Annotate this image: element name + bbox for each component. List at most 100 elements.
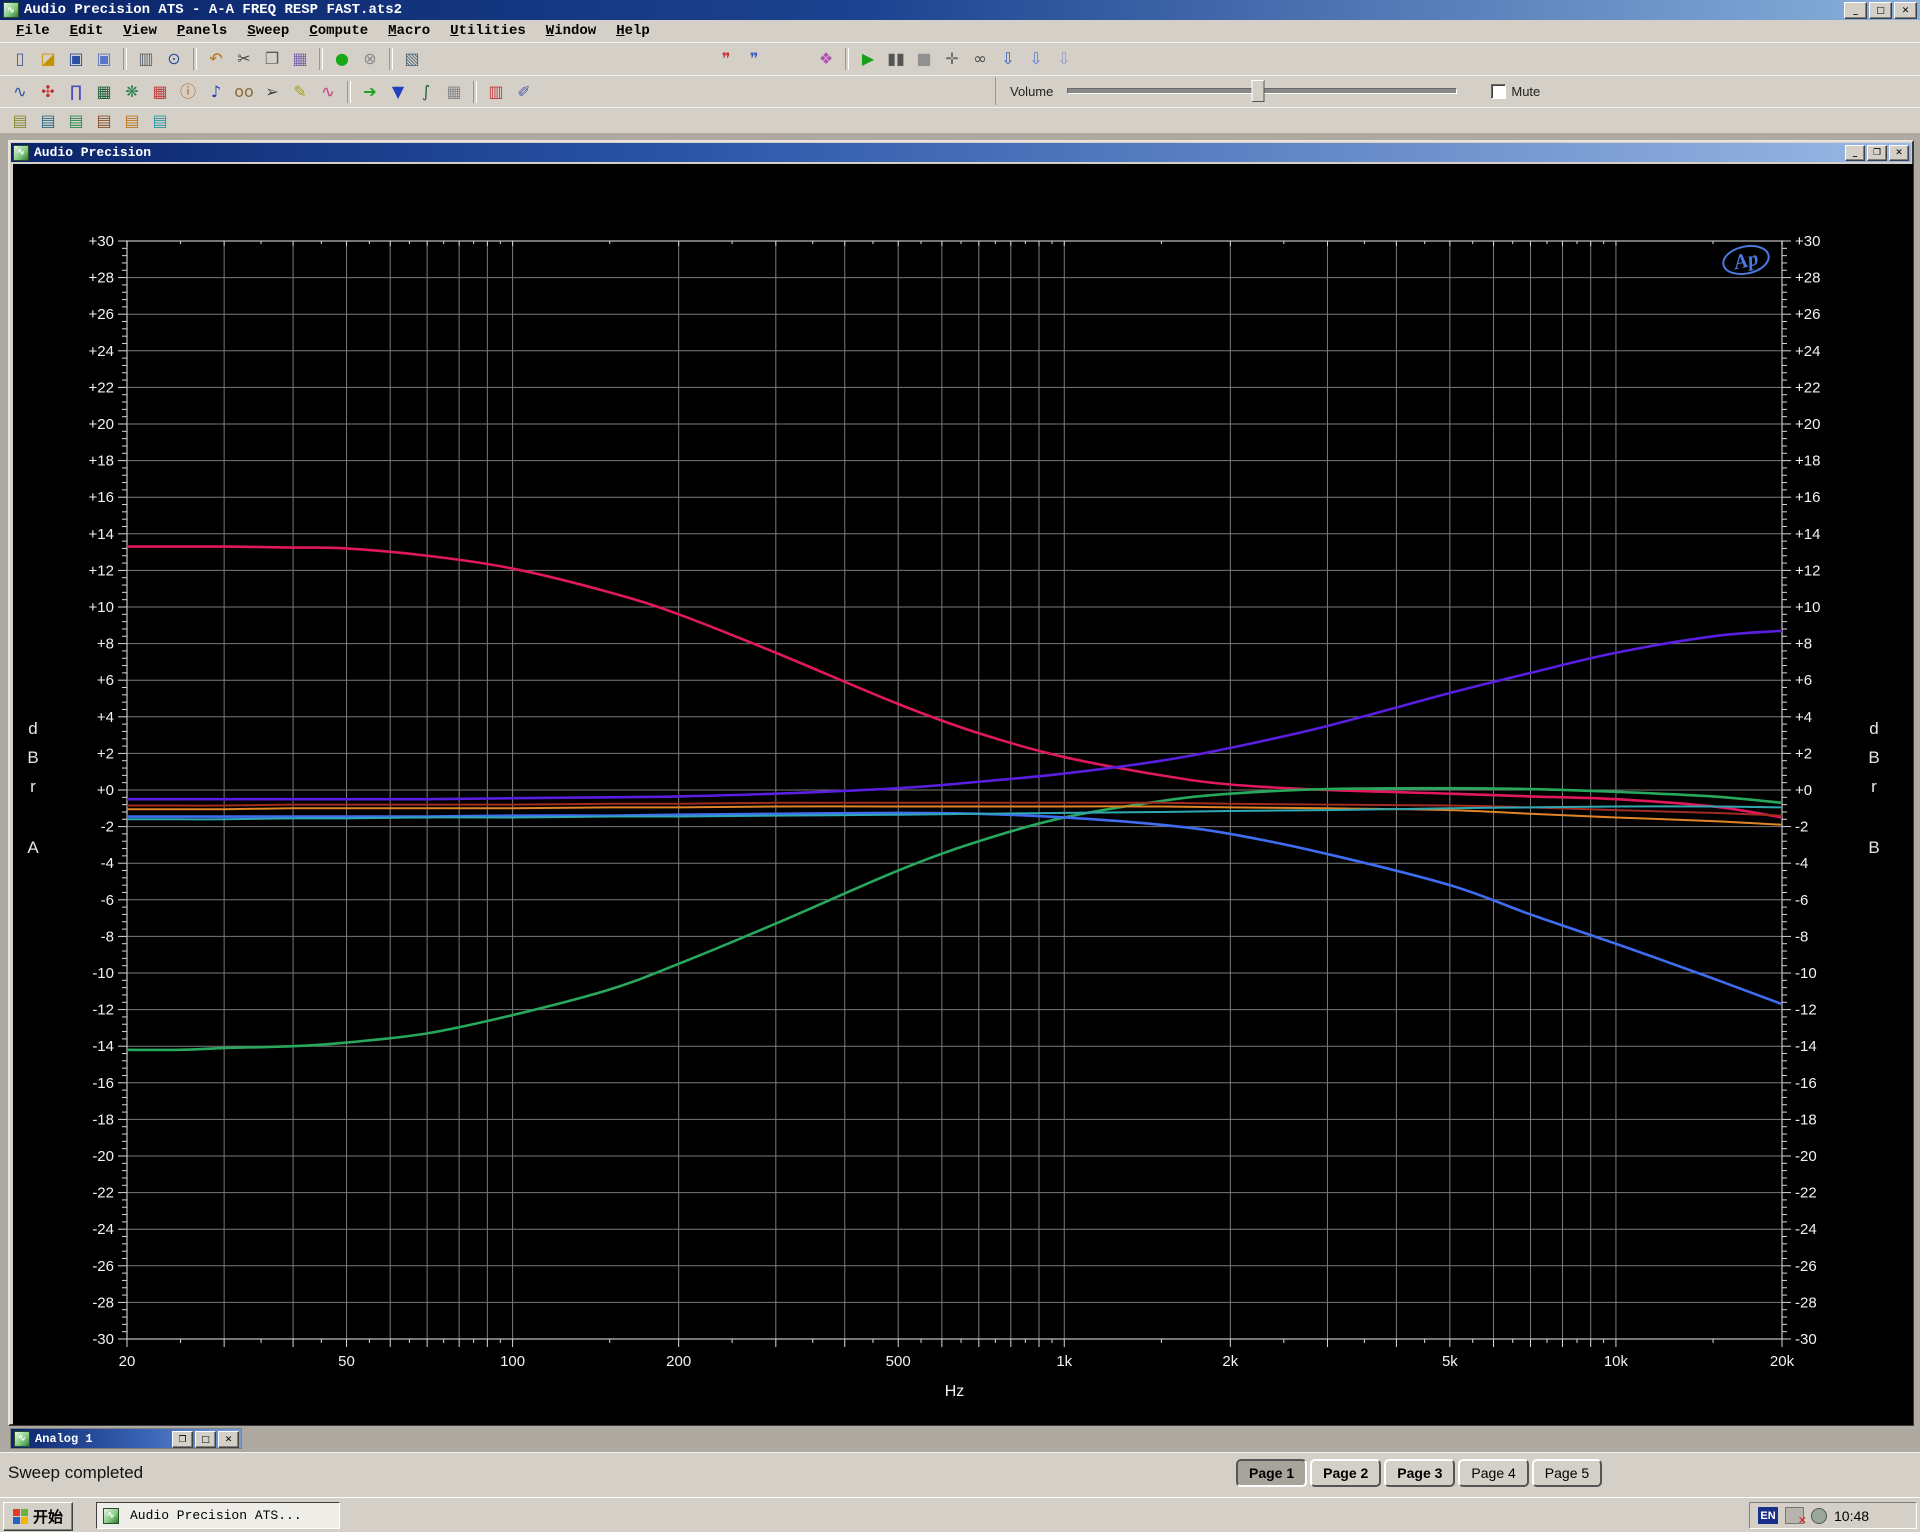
save-workspace-icon[interactable]: ▣: [90, 45, 118, 73]
datatable-icon-4[interactable]: ▤: [90, 107, 118, 135]
stop-square-icon[interactable]: ■: [910, 45, 938, 73]
datatable-icon-3-glyph: ▤: [68, 113, 83, 129]
graph-minimize-button[interactable]: _: [1845, 145, 1865, 161]
x-axis-labels: 20501002005001k2k5k10k20k: [119, 1353, 1795, 1370]
comment-red-icon-glyph: ❞: [722, 51, 731, 67]
cut-icon[interactable]: ✂: [230, 45, 258, 73]
dsp-panel-icon[interactable]: ❋: [118, 78, 146, 106]
pause-icon[interactable]: ▮▮: [882, 45, 910, 73]
tray-utility-icon[interactable]: [1811, 1508, 1827, 1524]
graph-close-button[interactable]: ✕: [1889, 145, 1909, 161]
undo-icon[interactable]: ↶: [202, 45, 230, 73]
pan-hand-icon[interactable]: ✛: [938, 45, 966, 73]
go-icon[interactable]: ●: [328, 45, 356, 73]
mute-checkbox[interactable]: [1491, 84, 1506, 99]
maximize-button[interactable]: □: [1869, 2, 1892, 19]
comment-red-icon[interactable]: ❞: [712, 45, 740, 73]
graph-panel-icon[interactable]: ∫: [412, 78, 440, 106]
nav-out-icon[interactable]: ⇩: [1050, 45, 1078, 73]
display-settings-icon[interactable]: ❖: [812, 45, 840, 73]
close-button[interactable]: ✕: [1894, 2, 1917, 19]
taskbar-clock[interactable]: 10:48: [1834, 1508, 1869, 1524]
open-file-icon[interactable]: ◪: [34, 45, 62, 73]
monitor-panel-icon[interactable]: ▦: [90, 78, 118, 106]
data-table-icon[interactable]: ▦: [440, 78, 468, 106]
svg-text:B: B: [1868, 748, 1879, 767]
menu-edit[interactable]: Edit: [60, 21, 114, 41]
page-tab-page-4[interactable]: Page 4: [1458, 1459, 1528, 1487]
print-preview-icon[interactable]: ⊙: [160, 45, 188, 73]
analog-maximize-button[interactable]: □: [195, 1431, 216, 1448]
svg-text:10k: 10k: [1604, 1353, 1629, 1370]
print-icon[interactable]: ▥: [132, 45, 160, 73]
stop-icon[interactable]: ⊗: [356, 45, 384, 73]
analog-restore-button[interactable]: ❐: [172, 1431, 193, 1448]
nav-into-icon[interactable]: ⇩: [1022, 45, 1050, 73]
go-icon-glyph: ●: [335, 51, 349, 67]
zoom-binoculars-icon[interactable]: ∞: [966, 45, 994, 73]
bargraph-panel-icon[interactable]: ▥: [482, 78, 510, 106]
menu-window[interactable]: Window: [536, 21, 606, 41]
monitor-panel-icon-glyph: ▦: [96, 84, 111, 100]
volume-slider[interactable]: [1067, 88, 1457, 94]
notes-panel-icon[interactable]: ✐: [510, 78, 538, 106]
filter-panel-icon[interactable]: ∿: [314, 78, 342, 106]
nav-out-icon-glyph: ⇩: [1057, 51, 1070, 67]
new-file-icon[interactable]: ▯: [6, 45, 34, 73]
graph-restore-button[interactable]: ❐: [1867, 145, 1887, 161]
svg-text:20: 20: [119, 1353, 136, 1370]
analyzer-panel-icon[interactable]: ∿: [6, 78, 34, 106]
play-icon[interactable]: ▶: [854, 45, 882, 73]
digital-io-panel-icon[interactable]: ∏: [62, 78, 90, 106]
taskbar-task-audio-precision[interactable]: ∿ Audio Precision ATS...: [96, 1502, 340, 1529]
datatable-icon-2[interactable]: ▤: [34, 107, 62, 135]
page-tab-page-3[interactable]: Page 3: [1384, 1459, 1455, 1487]
analog-close-button[interactable]: ✕: [218, 1431, 239, 1448]
svg-text:-2: -2: [101, 819, 114, 836]
generator-panel-icon[interactable]: ✣: [34, 78, 62, 106]
graph-client-area: +30+30+28+28+26+26+24+24+22+22+20+20+18+…: [13, 164, 1913, 1425]
save-file-icon[interactable]: ▣: [62, 45, 90, 73]
menu-panels[interactable]: Panels: [167, 21, 237, 41]
speaker-panel-icon[interactable]: ♪: [202, 78, 230, 106]
svg-text:r: r: [1871, 777, 1877, 796]
page-tab-page-1[interactable]: Page 1: [1236, 1459, 1307, 1487]
menu-file[interactable]: File: [6, 21, 60, 41]
svg-text:1k: 1k: [1056, 1353, 1072, 1370]
page-tab-page-2[interactable]: Page 2: [1310, 1459, 1381, 1487]
panel-layout-icon[interactable]: ▧: [398, 45, 426, 73]
append-sweep-icon[interactable]: ▼: [384, 78, 412, 106]
device-disconnected-icon[interactable]: [1785, 1507, 1804, 1524]
datatable-icon-1[interactable]: ▤: [6, 107, 34, 135]
menu-compute[interactable]: Compute: [299, 21, 378, 41]
datatable-icon-5[interactable]: ▤: [118, 107, 146, 135]
menu-view[interactable]: View: [113, 21, 167, 41]
probe-panel-icon[interactable]: ➢: [258, 78, 286, 106]
macro-panel-icon[interactable]: ✎: [286, 78, 314, 106]
menu-help[interactable]: Help: [606, 21, 660, 41]
volume-slider-thumb[interactable]: [1252, 80, 1265, 102]
svg-text:-8: -8: [1795, 928, 1808, 945]
sweep-panel-icon[interactable]: ▦: [146, 78, 174, 106]
datatable-icon-6[interactable]: ▤: [146, 107, 174, 135]
datatable-icon-3[interactable]: ▤: [62, 107, 90, 135]
analog-panel-bar[interactable]: ∿ Analog 1 ❐ □ ✕: [10, 1428, 242, 1449]
minimize-button[interactable]: _: [1844, 2, 1867, 19]
svg-text:-16: -16: [92, 1075, 114, 1092]
probe-panel-icon-glyph: ➢: [265, 84, 278, 100]
language-indicator[interactable]: EN: [1758, 1507, 1778, 1524]
menu-utilities[interactable]: Utilities: [440, 21, 536, 41]
start-button[interactable]: 开始: [3, 1502, 73, 1531]
nav-first-icon[interactable]: ⇩: [994, 45, 1022, 73]
copy-icon[interactable]: ❐: [258, 45, 286, 73]
comment-blue-icon[interactable]: ❞: [740, 45, 768, 73]
page-tab-page-5[interactable]: Page 5: [1532, 1459, 1602, 1487]
menu-macro[interactable]: Macro: [378, 21, 440, 41]
graph-window-titlebar[interactable]: ∿ Audio Precision _ ❐ ✕: [11, 143, 1911, 162]
go-sweep-icon[interactable]: ➔: [356, 78, 384, 106]
meter-panel-icon[interactable]: oo: [230, 78, 258, 106]
menu-sweep[interactable]: Sweep: [237, 21, 299, 41]
info-panel-icon[interactable]: ⓘ: [174, 78, 202, 106]
paste-icon[interactable]: ▦: [286, 45, 314, 73]
macro-panel-icon-glyph: ✎: [293, 84, 306, 100]
